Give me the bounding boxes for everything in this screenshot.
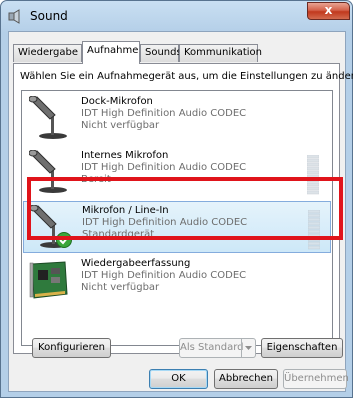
tab-wiedergabe[interactable]: Wiedergabe: [13, 44, 82, 62]
device-item-dock-mikrofon[interactable]: Dock-Mikrofon IDT High Definition Audio …: [23, 93, 331, 145]
configure-button[interactable]: Konfigurieren: [32, 338, 111, 358]
device-driver: IDT High Definition Audio CODEC: [81, 108, 247, 119]
device-name: Internes Mikrofon: [81, 150, 169, 161]
close-button[interactable]: x: [307, 2, 350, 20]
properties-button[interactable]: Eigenschaften: [261, 338, 343, 358]
device-status: Nicht verfügbar: [81, 120, 160, 131]
chevron-down-icon[interactable]: [241, 339, 255, 357]
apply-button[interactable]: Übernehmen: [283, 369, 349, 389]
device-driver: IDT High Definition Audio CODEC: [81, 270, 247, 281]
close-icon: x: [324, 3, 333, 17]
speaker-icon: [8, 9, 20, 24]
device-name: Dock-Mikrofon: [81, 96, 153, 107]
title-bar: Sound x: [1, 1, 352, 31]
set-default-label: Als Standard: [180, 342, 244, 353]
window-title: Sound: [30, 9, 68, 23]
device-driver: IDT High Definition Audio CODEC: [81, 162, 247, 173]
cancel-button[interactable]: Abbrechen: [214, 369, 278, 389]
device-item-wiedergabeerfassung[interactable]: Wiedergabeerfassung IDT High Definition …: [23, 255, 331, 307]
sound-card-icon: [29, 261, 68, 299]
highlight-box: [27, 177, 343, 240]
tab-kommunikation[interactable]: Kommunikation: [179, 44, 262, 62]
set-default-button[interactable]: Als Standard: [179, 338, 256, 358]
tab-aufnahme[interactable]: Aufnahme: [82, 41, 140, 64]
instruction-text: Wählen Sie ein Aufnahmegerät aus, um die…: [20, 71, 353, 82]
device-status: Nicht verfügbar: [81, 282, 160, 293]
device-name: Wiedergabeerfassung: [81, 258, 191, 269]
tab-sounds[interactable]: Sounds: [140, 44, 182, 62]
microphone-icon: [29, 96, 67, 139]
ok-button[interactable]: OK: [149, 369, 208, 389]
sound-dialog: Sound x Wiedergabe Aufnahme Sounds Kommu…: [0, 0, 353, 398]
